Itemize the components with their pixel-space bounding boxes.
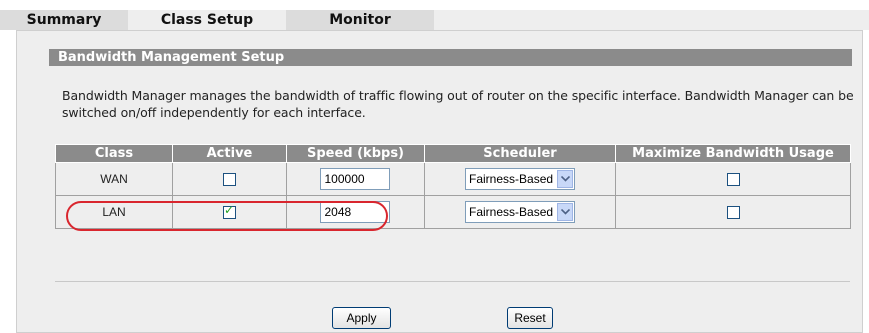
column-header-class: Class bbox=[55, 144, 173, 163]
apply-button[interactable]: Apply bbox=[332, 307, 391, 329]
tab-spacer bbox=[434, 10, 869, 30]
table-row-wan: WAN 100000 Fairness-Based bbox=[55, 162, 851, 196]
speed-input-wan[interactable]: 100000 bbox=[319, 168, 390, 190]
class-label-wan: WAN bbox=[55, 162, 173, 196]
main-panel: Bandwidth Management Setup Bandwidth Man… bbox=[16, 30, 863, 333]
section-title: Bandwidth Management Setup bbox=[49, 49, 852, 66]
column-header-active: Active bbox=[172, 144, 287, 163]
speed-input-lan[interactable]: 2048 bbox=[319, 201, 390, 223]
table-row-lan: LAN 2048 Fairness-Based bbox=[55, 195, 851, 229]
active-checkbox-wan[interactable] bbox=[223, 173, 236, 187]
maximize-checkbox-wan[interactable] bbox=[726, 173, 740, 187]
chevron-down-icon[interactable] bbox=[557, 203, 573, 221]
table-header-row: Class Active Speed (kbps) Scheduler Maxi… bbox=[55, 144, 851, 163]
divider bbox=[55, 281, 850, 282]
scheduler-select-lan[interactable]: Fairness-Based bbox=[465, 201, 575, 223]
tab-summary[interactable]: Summary bbox=[0, 10, 128, 30]
tab-class-setup[interactable]: Class Setup bbox=[128, 10, 286, 30]
scheduler-select-wan[interactable]: Fairness-Based bbox=[465, 168, 575, 190]
maximize-checkbox-lan[interactable] bbox=[726, 206, 740, 220]
column-header-speed: Speed (kbps) bbox=[286, 144, 425, 163]
section-description: Bandwidth Manager manages the bandwidth … bbox=[62, 88, 854, 120]
class-label-lan: LAN bbox=[55, 195, 173, 229]
tab-bar: Summary Class Setup Monitor bbox=[0, 0, 869, 30]
scheduler-value-lan: Fairness-Based bbox=[469, 205, 554, 219]
reset-button[interactable]: Reset bbox=[507, 307, 553, 329]
column-header-scheduler: Scheduler bbox=[424, 144, 616, 163]
bandwidth-table: Class Active Speed (kbps) Scheduler Maxi… bbox=[55, 144, 851, 229]
column-header-maximize: Maximize Bandwidth Usage bbox=[615, 144, 851, 163]
active-checkbox-lan[interactable] bbox=[223, 203, 236, 220]
chevron-down-icon[interactable] bbox=[557, 170, 573, 188]
scheduler-value-wan: Fairness-Based bbox=[469, 172, 554, 186]
tab-monitor[interactable]: Monitor bbox=[286, 10, 434, 30]
